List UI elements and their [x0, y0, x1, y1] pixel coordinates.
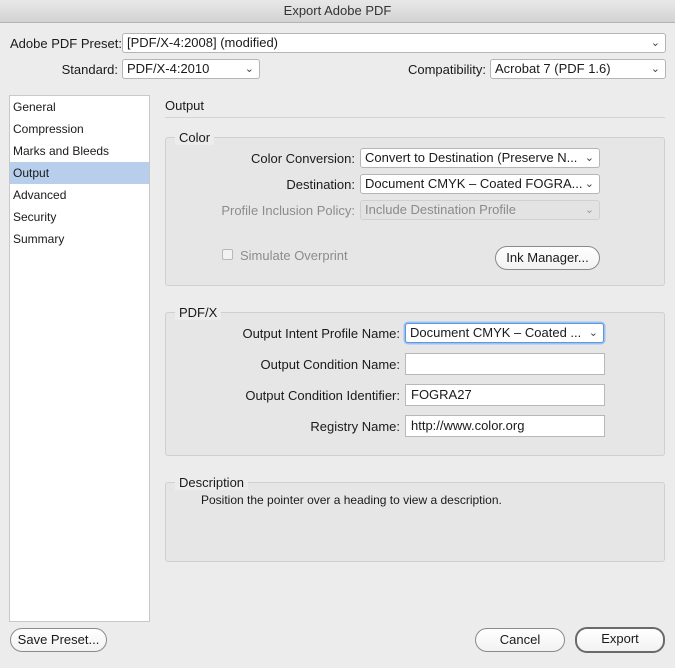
standard-label: Standard:	[61, 62, 118, 77]
output-condition-identifier-label: Output Condition Identifier:	[245, 388, 400, 403]
output-condition-name-field[interactable]	[405, 353, 605, 375]
profile-inclusion-select[interactable]: Include Destination Profile ⌄	[360, 200, 600, 220]
chevron-down-icon: ⌄	[650, 63, 660, 75]
cancel-button[interactable]: Cancel	[475, 628, 565, 652]
window-title: Export Adobe PDF	[0, 0, 675, 23]
simulate-overprint-label: Simulate Overprint	[240, 248, 348, 263]
section-divider	[165, 117, 665, 118]
sidebar-item-output[interactable]: Output	[10, 162, 149, 184]
compatibility-select[interactable]: Acrobat 7 (PDF 1.6) ⌄	[490, 59, 666, 79]
section-title: Output	[165, 98, 205, 113]
chevron-down-icon: ⌄	[584, 178, 594, 190]
compatibility-label: Compatibility:	[407, 62, 486, 77]
output-intent-select[interactable]: Document CMYK – Coated ... ⌄	[405, 323, 604, 343]
registry-name-label: Registry Name:	[310, 419, 400, 434]
sidebar-item-compression[interactable]: Compression	[10, 118, 149, 140]
chevron-down-icon: ⌄	[584, 152, 594, 164]
chevron-down-icon: ⌄	[588, 327, 598, 339]
chevron-down-icon: ⌄	[650, 37, 660, 49]
ink-manager-button[interactable]: Ink Manager...	[495, 246, 600, 270]
profile-inclusion-label: Profile Inclusion Policy:	[221, 203, 355, 218]
profile-inclusion-value: Include Destination Profile	[365, 202, 517, 217]
sidebar-item-summary[interactable]: Summary	[10, 228, 149, 250]
destination-value: Document CMYK – Coated FOGRA...	[365, 176, 583, 191]
destination-label: Destination:	[286, 177, 355, 192]
chevron-down-icon: ⌄	[244, 63, 254, 75]
color-conversion-value: Convert to Destination (Preserve N...	[365, 150, 578, 165]
standard-select[interactable]: PDF/X-4:2010 ⌄	[122, 59, 260, 79]
color-conversion-label: Color Conversion:	[250, 151, 355, 166]
sidebar-item-marks-and-bleeds[interactable]: Marks and Bleeds	[10, 140, 149, 162]
preset-label: Adobe PDF Preset:	[10, 36, 122, 51]
description-text: Position the pointer over a heading to v…	[201, 493, 502, 507]
output-intent-value: Document CMYK – Coated ...	[410, 325, 582, 340]
sidebar-item-security[interactable]: Security	[10, 206, 149, 228]
preset-select[interactable]: [PDF/X-4:2008] (modified) ⌄	[122, 33, 666, 53]
export-button[interactable]: Export	[575, 627, 665, 653]
output-condition-identifier-field[interactable]: FOGRA27	[405, 384, 605, 406]
sidebar: General Compression Marks and Bleeds Out…	[9, 95, 150, 622]
sidebar-item-advanced[interactable]: Advanced	[10, 184, 149, 206]
registry-name-field[interactable]: http://www.color.org	[405, 415, 605, 437]
color-conversion-select[interactable]: Convert to Destination (Preserve N... ⌄	[360, 148, 600, 168]
compatibility-value: Acrobat 7 (PDF 1.6)	[495, 61, 611, 76]
pdfx-group-title: PDF/X	[175, 305, 222, 320]
standard-value: PDF/X-4:2010	[127, 61, 210, 76]
description-title: Description	[175, 475, 249, 490]
simulate-overprint-checkbox[interactable]	[222, 249, 233, 260]
chevron-down-icon: ⌄	[584, 204, 594, 216]
color-group-title: Color	[175, 130, 215, 145]
output-intent-label: Output Intent Profile Name:	[242, 326, 400, 341]
save-preset-button[interactable]: Save Preset...	[10, 628, 107, 652]
destination-select[interactable]: Document CMYK – Coated FOGRA... ⌄	[360, 174, 600, 194]
output-condition-name-label: Output Condition Name:	[260, 357, 400, 372]
preset-value: [PDF/X-4:2008] (modified)	[127, 35, 279, 50]
sidebar-item-general[interactable]: General	[10, 96, 149, 118]
